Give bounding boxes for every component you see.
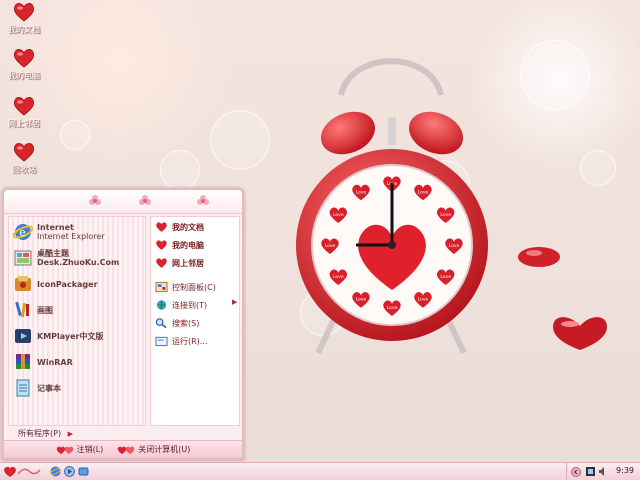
- menu-item-title: KMPlayer中文版: [37, 331, 104, 341]
- desktop-icon-label: 我的电脑: [8, 71, 40, 80]
- start-menu-places: 我的文档 我的电脑 网上邻居 控制面板(C) 连接到(T) 搜索(S) 运行(R…: [150, 216, 240, 426]
- menu-item-title: IconPackager: [37, 279, 98, 289]
- menu-item-label: 连接到(T): [172, 300, 208, 310]
- flower-icon: [197, 195, 209, 205]
- desktop-icon-recycle-bin[interactable]: 回收站: [2, 142, 46, 175]
- candy-heart-image: [553, 317, 607, 350]
- menu-item-run[interactable]: 运行(R)...: [155, 333, 207, 349]
- clock-heart-label: Love: [387, 305, 398, 311]
- clock-heart-label: Love: [325, 243, 336, 249]
- desktop-icon-my-documents[interactable]: 我的文档: [2, 2, 46, 35]
- logoff-button[interactable]: 注销(L): [56, 444, 104, 455]
- all-programs-button[interactable]: 所有程序(P) ▶: [18, 428, 73, 439]
- start-menu-footer: 注销(L) 关闭计算机(U): [4, 440, 242, 458]
- heart-icon: [13, 3, 35, 22]
- clock-heart-label: Love: [333, 274, 344, 280]
- control-panel-icon: [155, 281, 168, 293]
- network-tray-icon[interactable]: [585, 466, 596, 477]
- menu-item-label: 控制面板(C): [172, 282, 216, 292]
- ie-quicklaunch-icon[interactable]: [50, 466, 61, 477]
- heart-icon: [156, 222, 167, 232]
- desktop-icon-network[interactable]: 网上邻居: [2, 96, 46, 129]
- winrar-icon: [16, 354, 30, 369]
- menu-item-subtitle: Desk.ZhuoKu.Com: [37, 258, 120, 267]
- flower-icon: [89, 195, 101, 205]
- clock-heart-label: Love: [418, 297, 429, 303]
- desktop-quicklaunch-icon[interactable]: [78, 466, 89, 477]
- menu-item-zhuoku-theme[interactable]: 桌酷主题 Desk.ZhuoKu.Com: [13, 247, 119, 269]
- menu-item-title: 画图: [37, 305, 53, 315]
- menu-item-title: Internet: [37, 223, 74, 232]
- menu-item-subtitle: Internet Explorer: [37, 232, 105, 241]
- svg-text:e: e: [19, 226, 26, 239]
- submenu-arrow-icon: ▶: [232, 298, 238, 306]
- clock-heart-label: Love: [356, 297, 367, 303]
- clock-heart-label: Love: [440, 274, 451, 280]
- clock-heart-label: Love: [356, 189, 367, 195]
- kmplayer-icon: [15, 329, 31, 343]
- menu-item-search[interactable]: 搜索(S): [155, 315, 199, 331]
- menu-item-label: 我的文档: [172, 222, 204, 232]
- paint-icon: [15, 301, 29, 318]
- shutdown-button[interactable]: 关闭计算机(U): [117, 444, 190, 455]
- desktop-icon-my-computer[interactable]: 我的电脑: [2, 48, 46, 81]
- menu-item-label: 搜索(S): [172, 318, 200, 328]
- menu-item-notepad[interactable]: 记事本: [13, 377, 61, 399]
- run-icon: [155, 336, 168, 347]
- candy-heart-image: [518, 247, 560, 267]
- search-icon: [155, 318, 167, 329]
- menu-item-kmplayer[interactable]: KMPlayer中文版: [13, 325, 104, 347]
- heart-icon: [156, 240, 167, 250]
- logoff-label: 注销(L): [76, 445, 104, 454]
- taskbar: 9:39: [0, 462, 640, 480]
- media-quicklaunch-icon[interactable]: [64, 466, 75, 477]
- hearts-icon: [56, 446, 73, 454]
- ie-icon: e: [13, 224, 33, 240]
- shutdown-label: 关闭计算机(U): [138, 445, 191, 454]
- menu-item-label: 网上邻居: [172, 258, 204, 268]
- menu-item-title: 记事本: [37, 383, 61, 393]
- all-programs-label: 所有程序(P): [18, 429, 62, 438]
- taskbar-clock[interactable]: 9:39: [616, 466, 634, 475]
- iconpackager-icon: [15, 276, 31, 291]
- desktop-icon-label: 回收站: [12, 165, 36, 174]
- heart-icon: [13, 143, 35, 162]
- menu-item-my-computer[interactable]: 我的电脑: [155, 237, 204, 253]
- connect-icon: [156, 300, 167, 310]
- clock-heart-label: Love: [440, 212, 451, 218]
- hearts-icon: [118, 446, 135, 454]
- start-menu: e Internet Internet Explorer 桌酷主题 Desk.Zhu…: [2, 188, 244, 460]
- tray-arrow-icon[interactable]: [571, 467, 581, 477]
- heart-icon: [13, 49, 35, 68]
- menu-item-title: 桌酷主题: [37, 249, 69, 258]
- menu-item-my-documents[interactable]: 我的文档: [155, 219, 204, 235]
- system-tray: 9:39: [566, 463, 640, 480]
- heart-icon: [13, 97, 35, 116]
- menu-item-connect-to[interactable]: 连接到(T): [155, 297, 207, 313]
- menu-item-internet-explorer[interactable]: e Internet Internet Explorer: [13, 221, 105, 243]
- menu-item-label: 运行(R)...: [172, 336, 208, 346]
- clock-heart-label: Love: [333, 212, 344, 218]
- desktop-icon-label: 我的文档: [8, 25, 40, 34]
- menu-item-paint[interactable]: 画图: [13, 299, 53, 321]
- clock-heart-label: Love: [449, 243, 460, 249]
- menu-item-title: WinRAR: [37, 357, 73, 367]
- flower-icon: [139, 195, 151, 205]
- start-button[interactable]: [2, 464, 42, 479]
- alarm-clock-image: Love Love Love Love Love Love Love Love Love Love…: [296, 58, 488, 355]
- menu-item-network-places[interactable]: 网上邻居: [155, 255, 204, 271]
- heart-icon: [156, 258, 167, 268]
- menu-item-label: 我的电脑: [172, 240, 204, 250]
- menu-item-winrar[interactable]: WinRAR: [13, 351, 73, 373]
- start-menu-header: [4, 190, 242, 214]
- menu-item-control-panel[interactable]: 控制面板(C): [155, 279, 216, 295]
- clock-heart-label: Love: [418, 189, 429, 195]
- desktop-icon-label: 网上邻居: [8, 119, 40, 128]
- menu-item-iconpackager[interactable]: IconPackager: [13, 273, 98, 295]
- theme-icon: [14, 250, 32, 266]
- notepad-icon: [16, 379, 30, 397]
- arrow-right-icon: ▶: [67, 430, 74, 438]
- volume-tray-icon[interactable]: [598, 466, 608, 477]
- start-menu-programs: e Internet Internet Explorer 桌酷主题 Desk.Zhu…: [8, 216, 146, 426]
